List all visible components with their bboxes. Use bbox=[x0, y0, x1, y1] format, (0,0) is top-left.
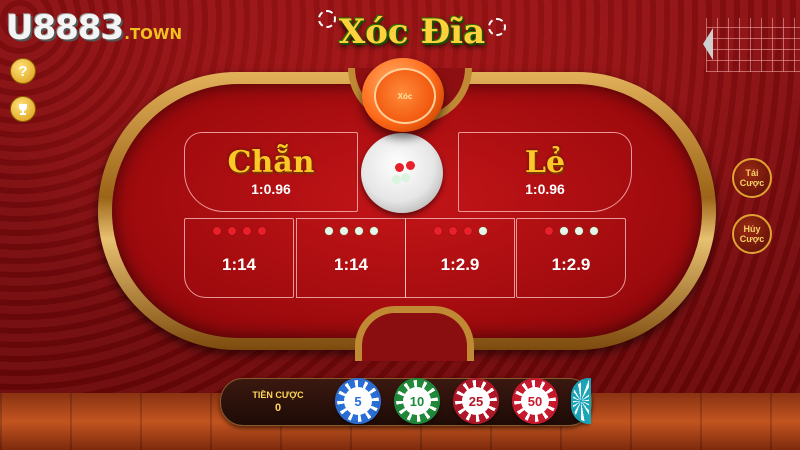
chip-5[interactable]: 5 bbox=[337, 380, 379, 422]
bet-four-red[interactable]: 1:14 bbox=[184, 218, 294, 298]
dot-white bbox=[559, 227, 568, 235]
dot-red bbox=[433, 227, 442, 235]
bowl-label: Xóc bbox=[397, 91, 413, 101]
bet-odds: 1:14 bbox=[333, 255, 369, 274]
chip-10[interactable]: 10 bbox=[396, 380, 438, 422]
help-glyph: ? bbox=[18, 62, 28, 80]
rebet-label: Tái Cược bbox=[739, 168, 765, 188]
shaker-bowl[interactable]: Xóc bbox=[362, 58, 444, 132]
bet-odds: 1:14 bbox=[221, 255, 257, 274]
dot-red bbox=[257, 227, 266, 235]
chip-face: 50 bbox=[521, 387, 549, 415]
dot-white bbox=[589, 227, 598, 235]
brand-name: U8883 bbox=[6, 8, 124, 48]
bet-even[interactable]: Chẵn 1:0.96 bbox=[184, 132, 358, 212]
bet-three-white[interactable]: 1:2.9 bbox=[516, 218, 626, 298]
trophy-icon[interactable] bbox=[10, 96, 36, 122]
help-icon[interactable]: ? bbox=[10, 58, 36, 84]
table-notch-bottom bbox=[355, 306, 474, 361]
coin-white bbox=[392, 175, 401, 184]
dot-white bbox=[478, 227, 487, 235]
chip-partial[interactable]: 1 bbox=[573, 380, 589, 422]
brand-suffix: .TOWN bbox=[124, 25, 183, 43]
bet-odd[interactable]: Lẻ 1:0.96 bbox=[458, 132, 632, 212]
bet-odds: 1:2.9 bbox=[551, 255, 591, 274]
cancel-bet-label: Hủy Cược bbox=[739, 224, 765, 244]
history-board bbox=[706, 18, 800, 72]
wager-label: TIỀN CƯỢC bbox=[252, 390, 304, 400]
brand-logo: U8883 .TOWN bbox=[6, 8, 182, 48]
bet-four-white[interactable]: 1:14 bbox=[296, 218, 406, 298]
bet-three-red[interactable]: 1:2.9 bbox=[405, 218, 515, 298]
bet-even-label: Chẵn bbox=[227, 145, 315, 180]
coin-red bbox=[395, 163, 404, 172]
cancel-bet-button[interactable]: Hủy Cược bbox=[732, 214, 772, 254]
dice-plate bbox=[361, 133, 443, 213]
dot-white bbox=[369, 227, 378, 235]
bet-odds: 1:2.9 bbox=[440, 255, 480, 274]
dot-pattern bbox=[517, 227, 625, 235]
dot-red bbox=[448, 227, 457, 235]
dot-red bbox=[463, 227, 472, 235]
bowl-center: Xóc bbox=[374, 68, 436, 124]
dot-white bbox=[354, 227, 363, 235]
dot-pattern bbox=[297, 227, 405, 235]
dot-pattern bbox=[406, 227, 514, 235]
dot-red bbox=[212, 227, 221, 235]
wager-value: 0 bbox=[274, 402, 282, 414]
bet-odd-odds: 1:0.96 bbox=[525, 181, 565, 197]
chip-face: 25 bbox=[462, 387, 490, 415]
dot-pattern bbox=[185, 227, 293, 235]
game-title: Xóc Đĩa bbox=[338, 12, 486, 52]
coin-white bbox=[401, 173, 410, 182]
bet-odd-label: Lẻ bbox=[524, 145, 566, 180]
coin-red bbox=[406, 161, 415, 170]
trophy-glyph bbox=[19, 104, 27, 115]
dot-white bbox=[574, 227, 583, 235]
dot-white bbox=[324, 227, 333, 235]
dot-red bbox=[242, 227, 251, 235]
dot-red bbox=[227, 227, 236, 235]
chip-face: 10 bbox=[403, 387, 431, 415]
rebet-button[interactable]: Tái Cược bbox=[732, 158, 772, 198]
dot-white bbox=[339, 227, 348, 235]
history-toggle-arrow-icon[interactable] bbox=[703, 28, 713, 60]
chip-face: 5 bbox=[344, 387, 372, 415]
dot-red bbox=[544, 227, 553, 235]
chip-25[interactable]: 25 bbox=[455, 380, 497, 422]
chip-50[interactable]: 50 bbox=[514, 380, 556, 422]
bet-even-odds: 1:0.96 bbox=[251, 181, 291, 197]
